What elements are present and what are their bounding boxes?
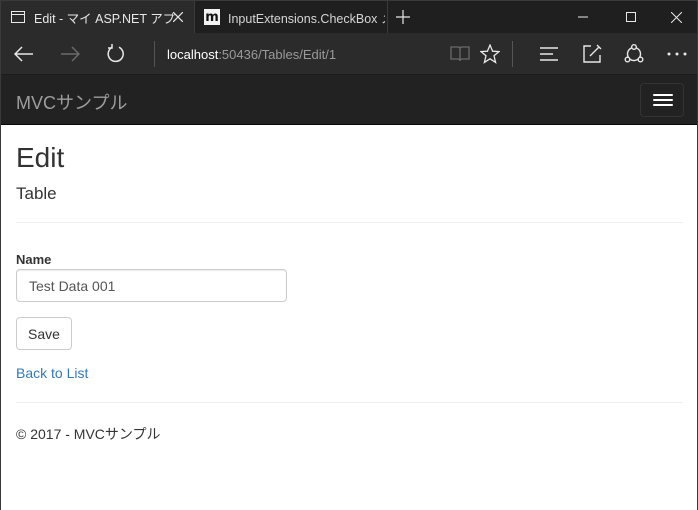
hamburger-icon-bar: [653, 94, 673, 96]
more-button[interactable]: [662, 39, 692, 69]
window-close-button[interactable]: [653, 1, 698, 33]
minimize-button[interactable]: [560, 1, 606, 33]
name-label: Name: [16, 252, 52, 267]
tab-label: Edit - マイ ASP.NET アプリ: [34, 11, 176, 26]
minimize-icon: [578, 16, 588, 18]
footer-text: © 2017 - MVCサンプル: [16, 426, 161, 442]
page-subtitle: Table: [16, 184, 57, 203]
page-title: Edit: [16, 142, 65, 173]
tab-checkbox-docs[interactable]: m InputExtensions.CheckBox メ: [194, 1, 388, 33]
share-button[interactable]: [619, 39, 649, 69]
address-bar[interactable]: localhost:50436/Tables/Edit/1: [154, 41, 464, 67]
maximize-button[interactable]: [608, 1, 654, 33]
tab-edit[interactable]: Edit - マイ ASP.NET アプリ: [1, 1, 194, 33]
back-to-list-link[interactable]: Back to List: [16, 365, 88, 381]
arrow-right-icon: [61, 46, 80, 62]
divider: [16, 222, 683, 223]
reading-view-button[interactable]: [445, 39, 475, 69]
hub-button[interactable]: [534, 39, 564, 69]
new-tab-button[interactable]: [391, 5, 415, 29]
browser-toolbar: localhost:50436/Tables/Edit/1: [1, 33, 697, 75]
tab-strip: Edit - マイ ASP.NET アプリ m InputExtensions.…: [1, 1, 697, 33]
close-icon[interactable]: [170, 9, 186, 25]
close-icon: [670, 11, 682, 23]
hub-icon: [540, 47, 558, 61]
m-logo-icon: m: [204, 9, 220, 25]
save-button[interactable]: Save: [16, 317, 72, 350]
navbar-toggle-button[interactable]: [640, 83, 684, 117]
book-icon: [450, 46, 470, 62]
name-input[interactable]: [16, 269, 287, 302]
site-navbar: MVCサンプル: [1, 75, 697, 125]
web-note-button[interactable]: [577, 39, 607, 69]
hamburger-icon-bar: [653, 104, 673, 106]
plus-icon: [396, 10, 410, 24]
star-icon: [480, 44, 500, 64]
share-icon: [624, 44, 644, 63]
toolbar-separator: [512, 41, 513, 67]
favorite-button[interactable]: [475, 39, 505, 69]
site-brand-link[interactable]: MVCサンプル: [16, 89, 127, 115]
forward-button[interactable]: [55, 39, 85, 69]
refresh-icon: [107, 44, 124, 63]
url-path: :50436/Tables/Edit/1: [218, 46, 337, 62]
hamburger-icon-bar: [653, 99, 673, 101]
tab-label: InputExtensions.CheckBox メ: [228, 11, 385, 26]
web-page: MVCサンプル Edit Table Name Save Back to Lis…: [1, 75, 697, 510]
pen-square-icon: [583, 44, 602, 63]
page-icon: [10, 9, 26, 25]
divider: [16, 402, 683, 403]
maximize-icon: [626, 12, 636, 22]
url-host: localhost: [167, 46, 219, 62]
more-icon: [667, 52, 687, 56]
back-button[interactable]: [9, 39, 39, 69]
browser-window: Edit - マイ ASP.NET アプリ m InputExtensions.…: [0, 0, 698, 510]
arrow-left-icon: [14, 46, 33, 62]
refresh-button[interactable]: [101, 39, 131, 69]
